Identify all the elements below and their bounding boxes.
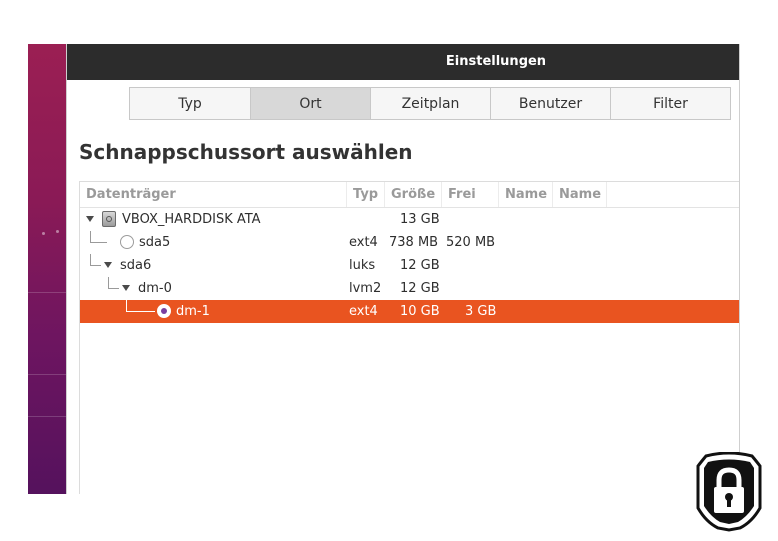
column-header-typ[interactable]: Typ (347, 182, 385, 207)
column-header-datentraeger[interactable]: Datenträger (80, 182, 347, 207)
device-tree[interactable]: Datenträger Typ Größe Frei Name Name VBO… (79, 181, 739, 494)
tree-row[interactable]: VBOX_HARDDISK ATA 13 GB (80, 208, 739, 231)
tab-benutzer[interactable]: Benutzer (491, 87, 611, 120)
radio-button[interactable] (120, 235, 134, 249)
harddisk-icon (102, 211, 116, 227)
expander-open-icon[interactable] (86, 216, 94, 222)
tab-typ[interactable]: Typ (129, 87, 251, 120)
tree-connector (90, 254, 101, 266)
desktop-background (28, 44, 68, 494)
desktop-streak (28, 416, 68, 417)
device-free: 3 GB (465, 304, 497, 319)
tree-connector (90, 231, 107, 243)
section-heading: Schnappschussort auswählen (79, 140, 413, 164)
column-header-name-2[interactable]: Name (553, 182, 607, 207)
device-type: lvm2 (349, 281, 382, 296)
device-type: luks (349, 258, 376, 273)
tree-row[interactable]: sda5 ext4 738 MB 520 MB (80, 231, 739, 254)
device-free: 520 MB (446, 235, 496, 250)
tab-zeitplan[interactable]: Zeitplan (371, 87, 491, 120)
device-name: VBOX_HARDDISK ATA (122, 212, 261, 227)
shield-lock-icon (696, 452, 762, 532)
tab-filter[interactable]: Filter (611, 87, 731, 120)
device-type: ext4 (349, 235, 378, 250)
desktop-streak (28, 374, 68, 375)
device-size: 13 GB (400, 212, 440, 227)
device-name: dm-1 (176, 304, 210, 319)
window-title: Einstellungen (445, 54, 547, 69)
device-name: dm-0 (138, 281, 172, 296)
window-titlebar[interactable]: Einstellungen (67, 44, 739, 80)
tree-row[interactable]: dm-0 lvm2 12 GB (80, 277, 739, 300)
column-header-frei[interactable]: Frei (442, 182, 499, 207)
settings-window: Einstellungen Typ Ort Zeitplan Benutzer … (66, 44, 740, 494)
desktop-streak (28, 292, 68, 293)
desktop-star (42, 232, 45, 235)
tree-connector (126, 300, 155, 312)
desktop-star (56, 230, 59, 233)
radio-button-checked[interactable] (157, 304, 171, 318)
device-name: sda5 (139, 235, 171, 250)
expander-open-icon[interactable] (122, 285, 130, 291)
column-header-name[interactable]: Name (499, 182, 553, 207)
column-header-groesse[interactable]: Größe (385, 182, 442, 207)
device-size: 12 GB (400, 258, 440, 273)
device-size: 738 MB (389, 235, 439, 250)
tree-row[interactable]: sda6 luks 12 GB (80, 254, 739, 277)
tab-bar: Typ Ort Zeitplan Benutzer Filter (129, 87, 731, 120)
device-size: 10 GB (400, 304, 440, 319)
tree-row-selected[interactable]: dm-1 ext4 10 GB 3 GB (80, 300, 739, 323)
tab-ort[interactable]: Ort (251, 87, 371, 120)
tree-header: Datenträger Typ Größe Frei Name Name (80, 182, 739, 208)
device-type: ext4 (349, 304, 378, 319)
device-size: 12 GB (400, 281, 440, 296)
tree-connector (108, 277, 119, 289)
device-name: sda6 (120, 258, 152, 273)
expander-open-icon[interactable] (104, 262, 112, 268)
